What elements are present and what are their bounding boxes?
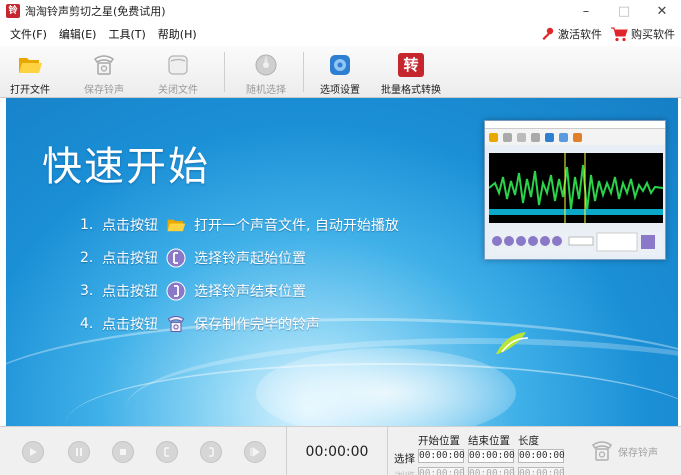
step-prefix: 点击按钮 <box>102 250 158 267</box>
menu-edit[interactable]: 编辑(E) <box>59 26 97 42</box>
settings-icon <box>330 55 350 75</box>
play-icon <box>30 448 37 456</box>
app-logo-icon: 铃 <box>6 4 20 18</box>
step-text: 打开一个声音文件, 自动开始播放 <box>194 217 399 234</box>
close-button[interactable]: ✕ <box>643 0 681 22</box>
quick-start-title: 快速开始 <box>42 144 210 190</box>
view-length-field: 00:00:00 <box>518 467 565 475</box>
random-select-button[interactable]: 随机选择 <box>235 46 297 98</box>
step-item: 2. 点击按钮 选择铃声起始位置 <box>80 241 399 274</box>
disc-icon <box>255 54 277 76</box>
length-header: 长度 <box>518 435 539 447</box>
batch-convert-button[interactable]: 转 批量格式转换 <box>376 46 446 98</box>
step-number: 3. <box>80 282 94 299</box>
buy-software-link[interactable]: 购买软件 <box>610 26 675 42</box>
bottom-save-ringtone-button[interactable]: 保存铃声 <box>590 439 658 463</box>
window-title: 淘淘铃声剪切之星(免费试用) <box>25 5 166 18</box>
random-select-label: 随机选择 <box>246 85 286 96</box>
selection-grid: 开始位置 结束位置 长度 选择 00:00:00 00:00:00 00:00:… <box>392 427 572 475</box>
set-end-button[interactable] <box>200 441 222 463</box>
menu-tools[interactable]: 工具(T) <box>108 26 145 42</box>
phone-save-icon <box>93 55 115 75</box>
step-item: 3. 点击按钮 选择铃声结束位置 <box>80 274 399 307</box>
close-file-button[interactable]: 关闭文件 <box>146 46 210 98</box>
step-prefix: 点击按钮 <box>102 316 158 333</box>
stop-icon <box>120 449 126 455</box>
end-position-header: 结束位置 <box>468 435 510 447</box>
buy-software-label: 购买软件 <box>631 28 675 41</box>
toolbar-separator <box>303 52 304 92</box>
pause-icon <box>76 448 82 456</box>
menu-file[interactable]: 文件(F) <box>10 26 47 42</box>
options-settings-button[interactable]: 选项设置 <box>310 46 370 98</box>
save-ringtone-label: 保存铃声 <box>84 85 124 96</box>
current-time-display: 00:00:00 <box>286 427 388 475</box>
select-end-field[interactable]: 00:00:00 <box>468 449 515 463</box>
save-ringtone-button[interactable]: 保存铃声 <box>72 46 136 98</box>
steps-list: 1. 点击按钮 打开一个声音文件, 自动开始播放 2. 点击按钮 选择铃声起始位… <box>80 208 399 340</box>
phone-save-icon <box>591 441 613 461</box>
activate-software-label: 激活软件 <box>558 28 602 41</box>
set-start-button[interactable] <box>156 441 178 463</box>
activate-software-link[interactable]: 激活软件 <box>540 26 602 42</box>
step-number: 4. <box>80 315 94 332</box>
maximize-button[interactable]: □ <box>605 0 643 22</box>
step-prefix: 点击按钮 <box>102 217 158 234</box>
playback-bar: 00:00:00 开始位置 结束位置 长度 选择 00:00:00 00:00:… <box>0 426 681 475</box>
title-bar: 铃 淘淘铃声剪切之星(免费试用) – □ ✕ <box>0 0 681 22</box>
close-file-icon <box>168 55 188 75</box>
play-button[interactable] <box>22 441 44 463</box>
step-text: 选择铃声起始位置 <box>194 250 306 267</box>
set-end-icon <box>209 447 214 457</box>
stop-button[interactable] <box>112 441 134 463</box>
select-row-label: 选择 <box>394 453 415 465</box>
folder-icon <box>19 58 42 73</box>
view-end-field: 00:00:00 <box>468 467 515 475</box>
batch-convert-label: 批量格式转换 <box>381 85 441 96</box>
phone-save-icon <box>167 315 185 332</box>
folder-icon <box>167 219 186 231</box>
open-file-button[interactable]: 打开文件 <box>0 46 60 98</box>
shopping-cart-icon <box>611 27 628 42</box>
set-end-icon <box>166 281 186 300</box>
step-text: 保存制作完毕的铃声 <box>194 316 320 333</box>
convert-icon: 转 <box>398 53 424 77</box>
menu-help[interactable]: 帮助(H) <box>158 26 197 42</box>
step-prefix: 点击按钮 <box>102 283 158 300</box>
step-item: 4. 点击按钮 保存制作完毕的铃声 <box>80 307 399 340</box>
key-icon <box>542 27 554 41</box>
step-item: 1. 点击按钮 打开一个声音文件, 自动开始播放 <box>80 208 399 241</box>
open-file-label: 打开文件 <box>10 85 50 96</box>
close-file-label: 关闭文件 <box>158 85 198 96</box>
play-selection-button[interactable] <box>244 441 266 463</box>
leaf-logo-icon <box>496 332 529 354</box>
preview-titlebar <box>485 121 665 129</box>
step-number: 2. <box>80 249 94 266</box>
set-start-icon <box>164 447 169 457</box>
pause-button[interactable] <box>68 441 90 463</box>
quick-start-banner: 快速开始 1. 点击按钮 打开一个声音文件, 自动开始播放 2. 点击按钮 选择… <box>6 98 678 426</box>
minimize-button[interactable]: – <box>567 0 605 22</box>
view-start-field: 00:00:00 <box>418 467 465 475</box>
start-position-header: 开始位置 <box>418 435 460 447</box>
menu-bar: 文件(F) 编辑(E) 工具(T) 帮助(H) 激活软件 购买软件 <box>0 22 681 46</box>
app-preview-thumbnail <box>484 120 666 260</box>
toolbar-separator <box>224 52 225 92</box>
bottom-save-ringtone-label: 保存铃声 <box>618 447 658 459</box>
toolbar: 打开文件 保存铃声 关闭文件 随机选择 选项设置 转 批量格式转换 <box>0 46 681 98</box>
options-settings-label: 选项设置 <box>320 85 360 96</box>
set-start-icon <box>166 248 186 267</box>
select-start-field[interactable]: 00:00:00 <box>418 449 465 463</box>
preview-controls <box>489 229 663 255</box>
step-number: 1. <box>80 216 94 233</box>
step-text: 选择铃声结束位置 <box>194 283 306 300</box>
play-selection-icon <box>250 447 260 457</box>
select-length-field[interactable]: 00:00:00 <box>518 449 565 463</box>
preview-waveform <box>489 153 663 223</box>
view-row-label: 浏览 <box>394 469 415 475</box>
preview-toolbar <box>485 129 665 145</box>
preview-control-buttons <box>492 232 655 252</box>
